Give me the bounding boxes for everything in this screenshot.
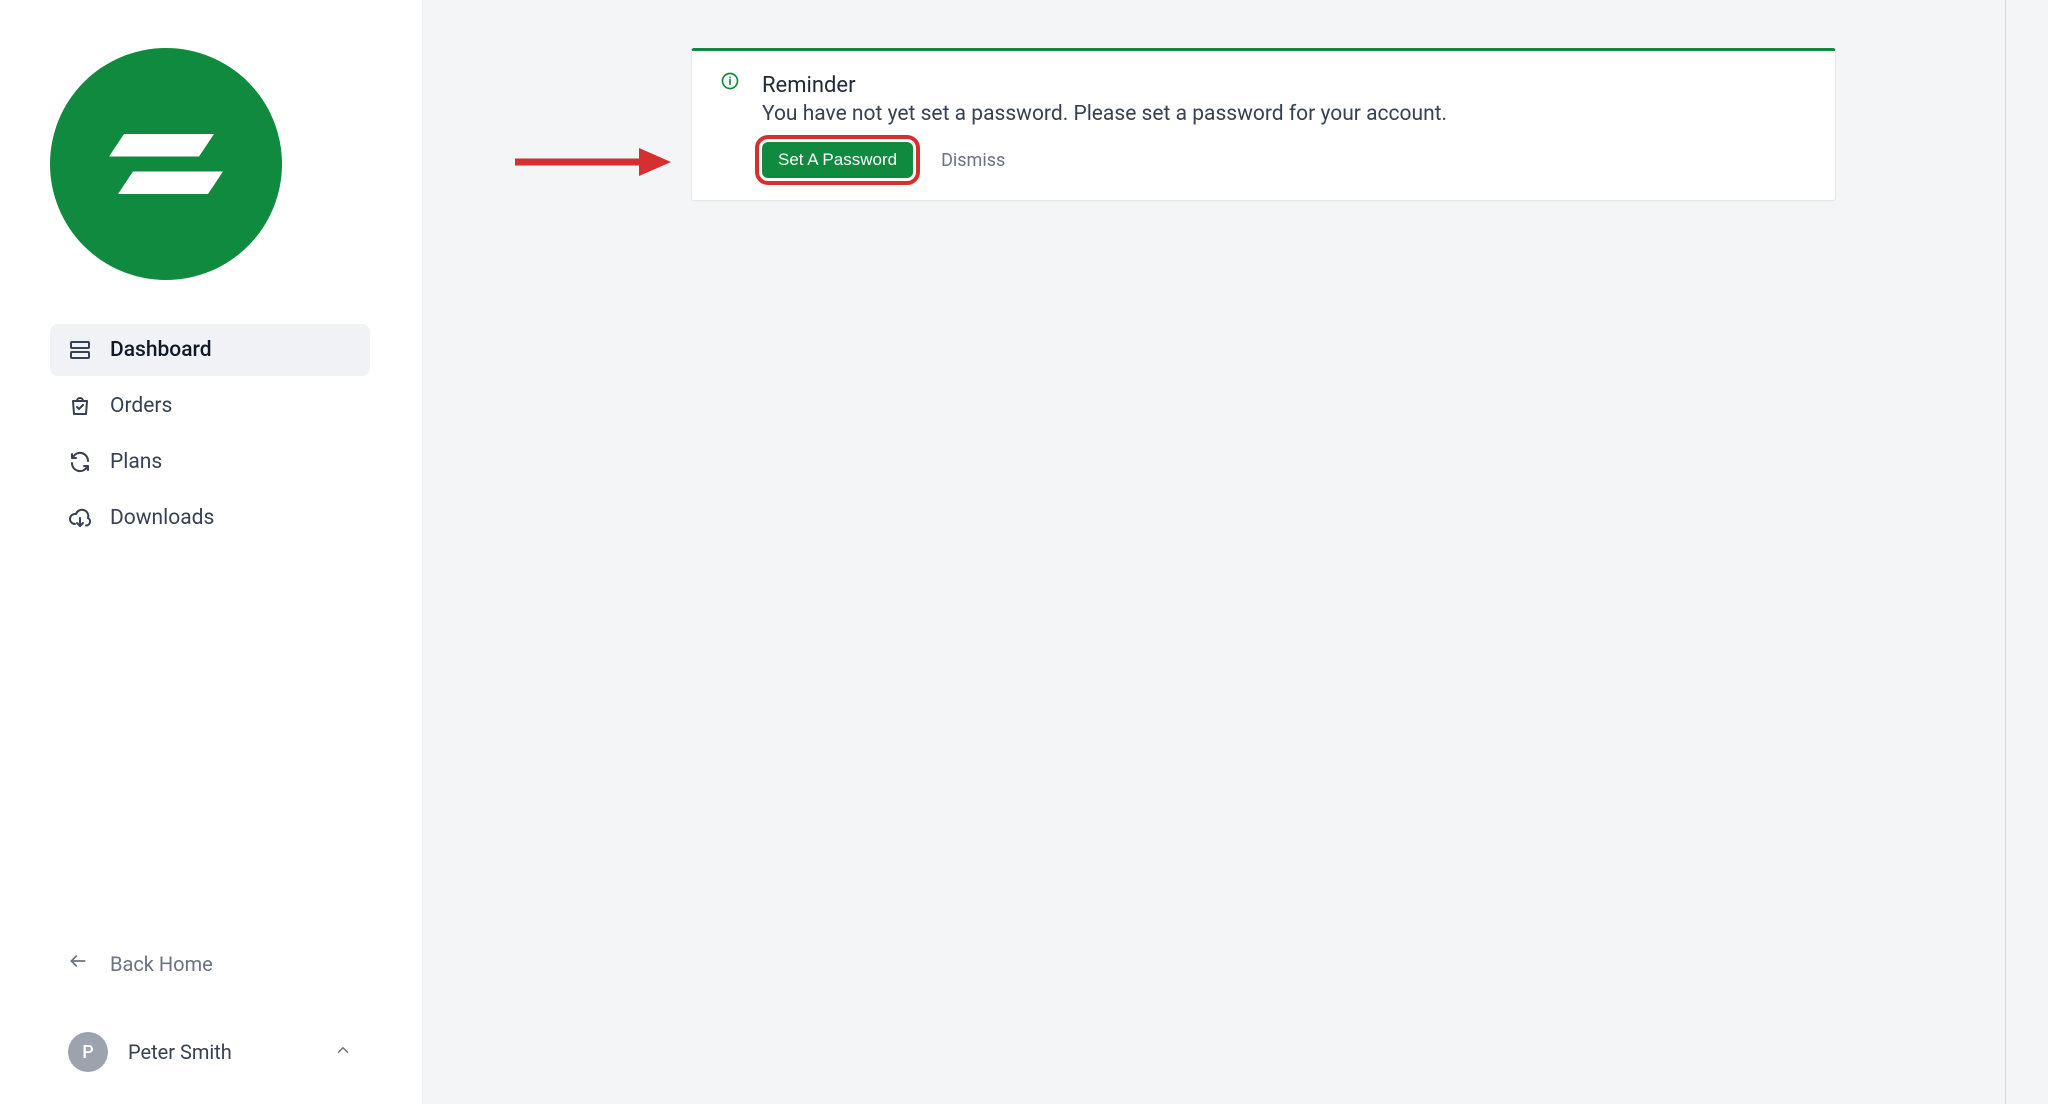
page-divider [2005, 0, 2006, 1104]
sidebar-item-plans[interactable]: Plans [50, 436, 370, 488]
sidebar: Dashboard Orders Plans Downloads [0, 0, 422, 1104]
bag-icon [68, 394, 92, 418]
chevron-up-icon [334, 1041, 352, 1063]
back-home-link[interactable]: Back Home [50, 937, 370, 990]
sidebar-item-orders[interactable]: Orders [50, 380, 370, 432]
cloud-download-icon [68, 506, 92, 530]
dismiss-link[interactable]: Dismiss [941, 150, 1005, 171]
user-menu[interactable]: P Peter Smith [50, 1014, 370, 1072]
sidebar-spacer [0, 544, 422, 937]
sidebar-item-label: Plans [110, 450, 162, 474]
main-content: Reminder You have not yet set a password… [422, 0, 2048, 1104]
sidebar-item-dashboard[interactable]: Dashboard [50, 324, 370, 376]
back-home-label: Back Home [110, 952, 213, 976]
notice-message: You have not yet set a password. Please … [762, 102, 1809, 126]
user-left: P Peter Smith [68, 1032, 232, 1072]
sidebar-nav: Dashboard Orders Plans Downloads [0, 324, 422, 544]
notice-body: Reminder You have not yet set a password… [718, 73, 1809, 178]
sidebar-item-label: Orders [110, 394, 172, 418]
sidebar-item-label: Dashboard [110, 338, 212, 362]
app-root: Dashboard Orders Plans Downloads [0, 0, 2048, 1104]
refresh-icon [68, 450, 92, 474]
avatar: P [68, 1032, 108, 1072]
sidebar-item-downloads[interactable]: Downloads [50, 492, 370, 544]
dashboard-icon [68, 338, 92, 362]
set-password-button[interactable]: Set A Password [762, 142, 913, 178]
reminder-notice: Reminder You have not yet set a password… [691, 48, 1836, 201]
brand-logo-mark [91, 89, 241, 239]
logo-wrap [0, 48, 422, 324]
user-name: Peter Smith [128, 1040, 232, 1064]
brand-logo [50, 48, 282, 280]
sidebar-item-label: Downloads [110, 506, 214, 530]
notice-title: Reminder [762, 73, 1809, 98]
annotation-arrow [511, 144, 671, 180]
arrow-left-icon [68, 951, 88, 976]
notice-actions: Set A Password Dismiss [762, 142, 1809, 178]
avatar-initial: P [82, 1042, 94, 1063]
info-icon [720, 71, 740, 91]
